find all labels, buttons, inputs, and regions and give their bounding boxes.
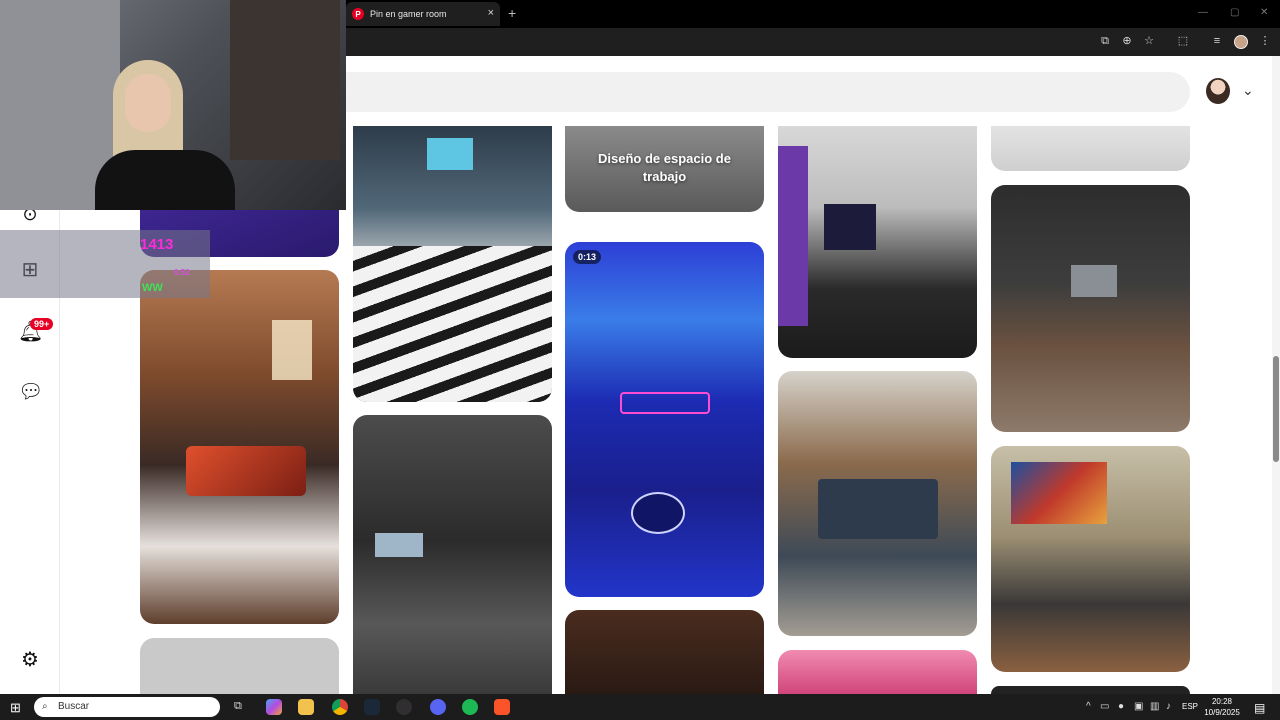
search-icon: ⌕	[42, 701, 48, 712]
stats-value: 0.52	[174, 268, 190, 277]
taskbar-search-label: Buscar	[58, 701, 90, 712]
pin-led-wall	[778, 146, 808, 326]
obs-icon[interactable]	[396, 699, 412, 715]
taskbar-search[interactable]: ⌕ Buscar	[34, 697, 220, 717]
pin-card[interactable]	[991, 686, 1190, 694]
page-scrollbar[interactable]	[1272, 56, 1280, 694]
clock-time: 20:28	[1211, 697, 1233, 706]
pin-card[interactable]	[140, 638, 339, 694]
chrome-icon[interactable]	[332, 699, 348, 715]
pin-card[interactable]	[991, 185, 1190, 432]
chat-icon[interactable]: 💬︎	[18, 380, 43, 404]
pin-monitor-image	[375, 533, 423, 557]
microphone-icon[interactable]: ●	[1118, 701, 1124, 712]
tray-app-icon[interactable]: ▭	[1100, 701, 1109, 712]
stream-stats-overlay: 1413 0.52 WW	[0, 230, 210, 298]
pin-card[interactable]	[778, 650, 977, 694]
restore-icon[interactable]: ▢	[1230, 7, 1239, 18]
streamer	[95, 60, 235, 210]
pin-card[interactable]	[140, 270, 339, 624]
settings-gear-icon[interactable]: ⚙	[18, 648, 42, 672]
pin-card[interactable]	[991, 446, 1190, 672]
pin-bed-image	[818, 479, 938, 539]
pinterest-logo-icon: P	[352, 8, 364, 20]
file-explorer-icon[interactable]	[298, 699, 314, 715]
task-view-icon[interactable]: ⧉	[234, 700, 242, 713]
stats-count: 1413	[140, 236, 174, 253]
pin-tv-image	[1011, 462, 1107, 524]
pin-video-card[interactable]: 0:13	[565, 242, 764, 597]
bookmark-star-icon[interactable]: ☆	[1142, 34, 1156, 48]
steam-icon[interactable]	[364, 699, 380, 715]
pin-monitor-image	[824, 204, 876, 250]
pin-hex-lights	[620, 392, 710, 414]
pin-hex-lights	[272, 320, 312, 380]
pin-overlay-title: Diseño de espacio de trabajo	[598, 151, 731, 184]
media-control-icon[interactable]: ≡	[1210, 34, 1224, 48]
clock-date: 10/9/2025	[1204, 708, 1240, 717]
pinterest-header: ⌄	[346, 56, 1280, 126]
video-duration-badge: 0:13	[573, 250, 602, 264]
browser-menu-icon[interactable]: ⋮	[1258, 34, 1272, 48]
spotify-icon[interactable]	[462, 699, 478, 715]
webcam-wardrobe	[230, 0, 340, 160]
volume-icon[interactable]: ♪	[1166, 701, 1171, 712]
install-app-icon[interactable]: ⧉	[1098, 34, 1112, 48]
avatar[interactable]	[1206, 78, 1230, 104]
pin-card[interactable]: Diseño de espacio de trabajo	[565, 126, 764, 212]
browser-profile-avatar[interactable]	[1234, 35, 1248, 49]
new-tab-button[interactable]: +	[508, 5, 516, 21]
taskbar: ⊞ ⌕ Buscar ⧉ ^ ▭ ● ▣ ▥ ♪ ESP 20:28 10/9/…	[0, 694, 1280, 720]
webcam-overlay	[0, 0, 346, 210]
pin-card[interactable]	[778, 371, 977, 636]
tray-display-icon[interactable]: ▣	[1134, 701, 1143, 712]
minimize-icon[interactable]: —	[1198, 7, 1208, 18]
pin-monitor-image	[1071, 265, 1117, 297]
notification-center-icon[interactable]: ▤	[1254, 701, 1265, 715]
tray-chevron-icon[interactable]: ^	[1086, 701, 1091, 712]
pin-card[interactable]	[353, 415, 552, 694]
close-window-icon[interactable]: ✕	[1260, 7, 1268, 18]
pin-bedspread-image	[353, 246, 552, 402]
brave-icon[interactable]	[494, 699, 510, 715]
chevron-down-icon[interactable]: ⌄	[1242, 82, 1254, 99]
close-tab-icon[interactable]: ×	[488, 7, 494, 19]
pin-monitor-image	[186, 446, 306, 496]
network-icon[interactable]: ▥	[1150, 701, 1159, 712]
browser-tab-strip: P Pin en gamer room × + — ▢ ✕	[346, 0, 1280, 28]
pin-card[interactable]	[778, 126, 977, 358]
scrollbar-thumb[interactable]	[1273, 356, 1279, 462]
browser-tab[interactable]: P Pin en gamer room ×	[346, 2, 500, 26]
notifications-badge: 99+	[30, 318, 54, 330]
pin-rug-image	[631, 492, 685, 534]
discord-icon[interactable]	[430, 699, 446, 715]
clock[interactable]: 20:28 10/9/2025	[1196, 696, 1248, 718]
search-input[interactable]	[346, 72, 1190, 112]
tab-title: Pin en gamer room	[370, 9, 447, 19]
zoom-icon[interactable]: ⊕	[1120, 34, 1134, 48]
copilot-icon[interactable]	[266, 699, 282, 715]
windows-start-icon[interactable]: ⊞	[10, 700, 21, 716]
stats-ww: WW	[142, 282, 163, 294]
pin-card[interactable]	[991, 126, 1190, 171]
extensions-icon[interactable]: ⬚	[1176, 34, 1190, 48]
pin-card[interactable]	[565, 610, 764, 694]
browser-toolbar: ⧉ ⊕ ☆ ⬚ ≡ ⋮	[346, 28, 1280, 56]
pin-card[interactable]	[353, 126, 552, 402]
pin-monitor-image	[427, 138, 473, 170]
